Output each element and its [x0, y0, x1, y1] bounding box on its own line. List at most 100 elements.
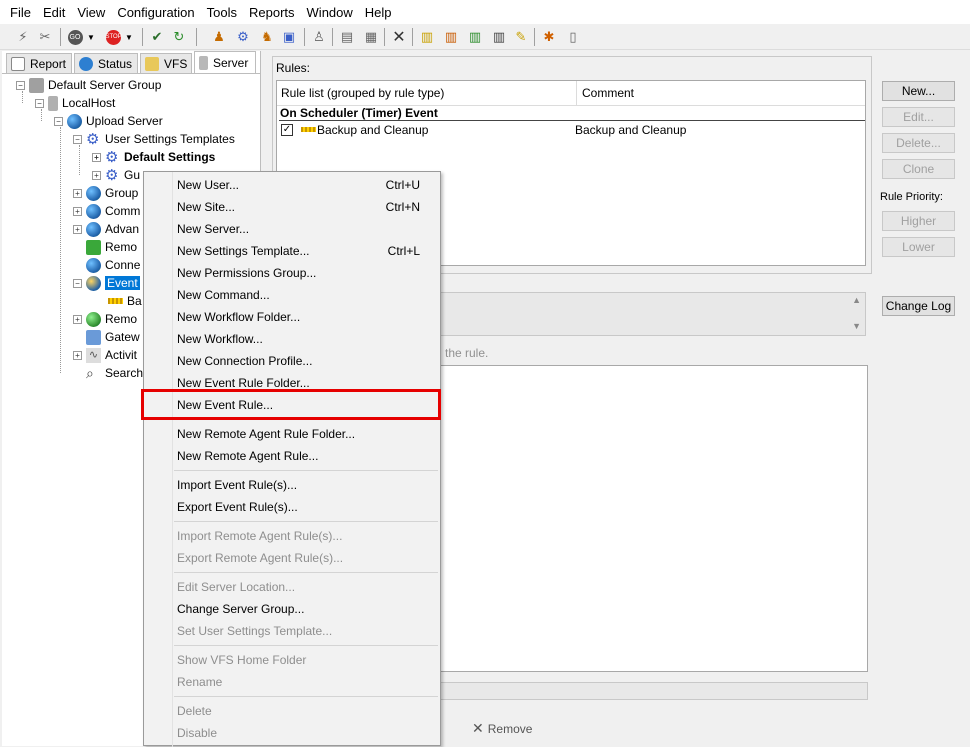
expand-icon[interactable]: +: [73, 224, 82, 234]
menu-item-show-vfs-home-folder[interactable]: Show VFS Home Folder: [144, 649, 440, 671]
import-icon[interactable]: ▥: [466, 28, 484, 46]
refresh-icon[interactable]: ↻: [170, 28, 188, 46]
workflow-icon[interactable]: ▦: [362, 28, 380, 46]
menu-item-export-remote-agent-rules[interactable]: Export Remote Agent Rule(s)...: [144, 547, 440, 569]
menu-item-new-site[interactable]: New Site... Ctrl+N: [144, 196, 440, 218]
menu-item-new-user[interactable]: New User... Ctrl+U: [144, 174, 440, 196]
tab-status[interactable]: Status: [74, 53, 138, 73]
menu-item-import-remote-agent-rules[interactable]: Import Remote Agent Rule(s)...: [144, 525, 440, 547]
column-header-rule-list[interactable]: Rule list (grouped by rule type): [277, 81, 577, 105]
menu-item-new-workflow[interactable]: New Workflow...: [144, 328, 440, 350]
menu-tools[interactable]: Tools: [201, 5, 243, 20]
menu-item-new-remote-agent-rule-folder[interactable]: New Remote Agent Rule Folder...: [144, 423, 440, 445]
menu-item-new-connection-profile[interactable]: New Connection Profile...: [144, 350, 440, 372]
higher-priority-button[interactable]: Higher: [882, 211, 955, 231]
report-icon[interactable]: ▥: [418, 28, 436, 46]
tree-node-user-settings-templates[interactable]: − ⚙ User Settings Templates: [73, 130, 235, 148]
menu-file[interactable]: File: [4, 5, 37, 20]
tree-node-connections[interactable]: Conne: [86, 256, 140, 274]
tree-node-upload-server[interactable]: − Upload Server: [54, 112, 163, 130]
table-row[interactable]: ✓ Backup and Cleanup Backup and Cleanup: [279, 122, 865, 139]
menu-item-new-server[interactable]: New Server...: [144, 218, 440, 240]
tree-node-default-settings[interactable]: + ⚙ Default Settings: [92, 148, 215, 166]
tree-node-event-rules[interactable]: − Event: [73, 274, 140, 292]
document-icon[interactable]: ▯: [564, 28, 582, 46]
chevron-down-icon[interactable]: ▼: [124, 28, 134, 46]
column-header-comment[interactable]: Comment: [577, 81, 867, 105]
menu-item-new-remote-agent-rule[interactable]: New Remote Agent Rule...: [144, 445, 440, 467]
check-icon[interactable]: ✔: [148, 28, 166, 46]
tree-node-remote-agents[interactable]: + Remo: [73, 310, 137, 328]
tab-server[interactable]: Server: [194, 51, 256, 73]
menu-edit[interactable]: Edit: [37, 5, 71, 20]
expand-icon[interactable]: +: [73, 206, 82, 216]
menu-window[interactable]: Window: [301, 5, 359, 20]
menu-item-export-event-rules[interactable]: Export Event Rule(s)...: [144, 496, 440, 518]
tab-report[interactable]: Report: [6, 53, 72, 73]
tab-vfs[interactable]: VFS: [140, 53, 192, 73]
gear-icon[interactable]: ⚙: [234, 28, 252, 46]
collapse-icon[interactable]: −: [16, 80, 25, 90]
tree-node-groups[interactable]: + Group: [73, 184, 138, 202]
tree-node-guest[interactable]: + ⚙ Gu: [92, 166, 140, 184]
menu-configuration[interactable]: Configuration: [111, 5, 200, 20]
scroll-down-icon[interactable]: ▼: [852, 321, 861, 331]
add-user-icon[interactable]: ♟: [210, 28, 228, 46]
ssh-icon[interactable]: ▥: [490, 28, 508, 46]
menu-item-new-settings-template[interactable]: New Settings Template... Ctrl+L: [144, 240, 440, 262]
menu-reports[interactable]: Reports: [243, 5, 301, 20]
menu-view[interactable]: View: [71, 5, 111, 20]
lower-priority-button[interactable]: Lower: [882, 237, 955, 257]
delete-icon[interactable]: ✕: [390, 28, 408, 46]
collapse-icon[interactable]: −: [54, 116, 63, 126]
tree-node-localhost[interactable]: − LocalHost: [35, 94, 115, 112]
tree-node-gateway[interactable]: Gatew: [86, 328, 140, 346]
tools-icon[interactable]: ✎: [512, 28, 530, 46]
menu-item-new-workflow-folder[interactable]: New Workflow Folder...: [144, 306, 440, 328]
chevron-down-icon[interactable]: ▼: [86, 28, 96, 46]
expand-icon[interactable]: +: [73, 314, 82, 324]
menu-item-edit-server-location[interactable]: Edit Server Location...: [144, 576, 440, 598]
disconnect-icon[interactable]: ✂: [36, 28, 54, 46]
expand-icon[interactable]: +: [73, 188, 82, 198]
menu-help[interactable]: Help: [359, 5, 398, 20]
menu-item-new-permissions-group[interactable]: New Permissions Group...: [144, 262, 440, 284]
tree-node-remote[interactable]: Remo: [86, 238, 137, 256]
menu-item-disable[interactable]: Disable: [144, 722, 440, 744]
tree-node-search[interactable]: ⌕ Search: [86, 364, 143, 382]
expand-icon[interactable]: +: [92, 170, 101, 180]
menu-item-new-command[interactable]: New Command...: [144, 284, 440, 306]
clone-rule-button[interactable]: Clone: [882, 159, 955, 179]
export-icon[interactable]: ▥: [442, 28, 460, 46]
go-icon[interactable]: GO: [66, 28, 84, 46]
tree-node-advanced[interactable]: + Advan: [73, 220, 139, 238]
menu-item-delete[interactable]: Delete: [144, 700, 440, 722]
menu-item-set-user-settings-template[interactable]: Set User Settings Template...: [144, 620, 440, 642]
remove-button[interactable]: ✕ Remove: [472, 720, 532, 737]
collapse-icon[interactable]: −: [73, 134, 82, 144]
collapse-icon[interactable]: −: [73, 278, 82, 288]
user-settings-icon[interactable]: ♙: [310, 28, 328, 46]
scroll-up-icon[interactable]: ▲: [852, 295, 861, 305]
rule-enabled-checkbox[interactable]: ✓: [281, 124, 293, 136]
tree-node-commands[interactable]: + Comm: [73, 202, 140, 220]
tree-node-activity[interactable]: + ∿ Activit: [73, 346, 137, 364]
users-icon[interactable]: ♞: [258, 28, 276, 46]
stop-icon[interactable]: STOP: [104, 28, 122, 46]
schedule-icon[interactable]: ▤: [338, 28, 356, 46]
tree-node-default-server-group[interactable]: − Default Server Group: [16, 76, 161, 94]
collapse-icon[interactable]: −: [35, 98, 44, 108]
tree-node-backup[interactable]: Ba: [108, 292, 142, 310]
menu-item-rename[interactable]: Rename: [144, 671, 440, 693]
delete-rule-button[interactable]: Delete...: [882, 133, 955, 153]
expand-icon[interactable]: +: [92, 152, 101, 162]
change-log-button[interactable]: Change Log: [882, 296, 955, 316]
new-rule-button[interactable]: New...: [882, 81, 955, 101]
new-document-icon[interactable]: ✱: [540, 28, 558, 46]
menu-item-import-event-rules[interactable]: Import Event Rule(s)...: [144, 474, 440, 496]
expand-icon[interactable]: +: [73, 350, 82, 360]
edit-rule-button[interactable]: Edit...: [882, 107, 955, 127]
connect-icon[interactable]: ⚡: [14, 28, 32, 46]
menu-item-change-server-group[interactable]: Change Server Group...: [144, 598, 440, 620]
template-icon[interactable]: ▣: [280, 28, 298, 46]
